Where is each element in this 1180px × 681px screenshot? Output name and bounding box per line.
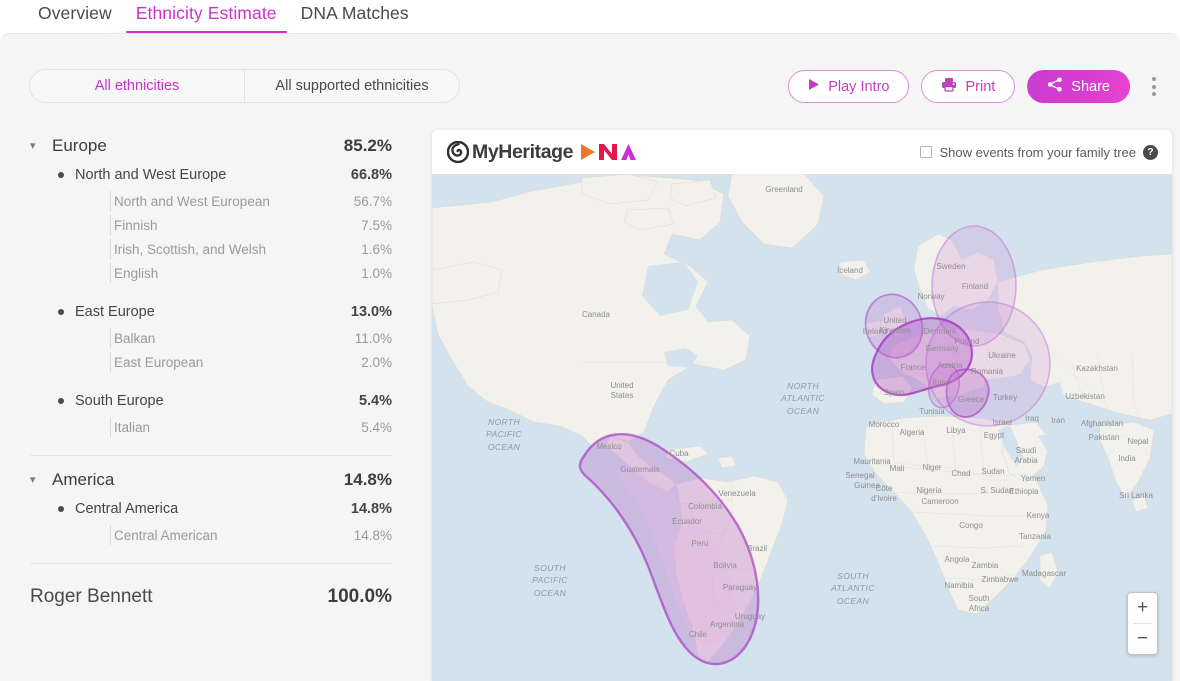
total-row: Roger Bennett 100.0% bbox=[0, 580, 420, 614]
total-percent: 100.0% bbox=[328, 586, 392, 608]
filter-all-ethnicities[interactable]: All ethnicities bbox=[30, 70, 244, 102]
list-item[interactable]: Central American 14.8% bbox=[0, 523, 420, 547]
list-item[interactable]: Irish, Scottish, and Welsh 1.6% bbox=[0, 237, 420, 261]
list-item[interactable]: North and West European 56.7% bbox=[0, 189, 420, 213]
section-divider bbox=[30, 455, 392, 456]
bullet-icon bbox=[58, 506, 64, 512]
item-value: 2.0% bbox=[361, 355, 392, 370]
item-value: 7.5% bbox=[361, 218, 392, 233]
group-label: America bbox=[52, 470, 344, 490]
share-icon bbox=[1047, 77, 1063, 96]
list-item[interactable]: Balkan 11.0% bbox=[0, 326, 420, 350]
tab-dna-matches[interactable]: DNA Matches bbox=[289, 0, 421, 33]
item-label: Balkan bbox=[102, 331, 355, 346]
map-zoom-controls[interactable]: + − bbox=[1127, 592, 1158, 655]
item-label: Irish, Scottish, and Welsh bbox=[102, 242, 361, 257]
list-item[interactable]: East European 2.0% bbox=[0, 350, 420, 374]
map-header-controls: Show events from your family tree ? bbox=[920, 145, 1158, 160]
logo-wordmark: MyHeritage bbox=[472, 141, 573, 164]
subgroup-label: South Europe bbox=[75, 393, 359, 409]
subgroup-east-europe[interactable]: East Europe 13.0% bbox=[0, 298, 420, 326]
ethnicity-group-europe: ▾ Europe 85.2% North and West Europe 66.… bbox=[0, 131, 420, 439]
bullet-icon bbox=[58, 172, 64, 178]
subgroup-central-america[interactable]: Central America 14.8% bbox=[0, 495, 420, 523]
dna-wordmark bbox=[580, 142, 636, 162]
main-tabs: Overview Ethnicity Estimate DNA Matches bbox=[0, 0, 1180, 33]
item-value: 11.0% bbox=[355, 331, 392, 346]
section-divider bbox=[30, 563, 392, 564]
map-header: MyHeritage Show events from your family … bbox=[432, 130, 1172, 174]
tab-ethnicity-estimate[interactable]: Ethnicity Estimate bbox=[124, 0, 289, 33]
item-label: East European bbox=[102, 355, 361, 370]
filter-all-supported-ethnicities[interactable]: All supported ethnicities bbox=[245, 70, 459, 102]
group-header-america[interactable]: ▾ America 14.8% bbox=[0, 465, 420, 495]
subgroup-value: 66.8% bbox=[351, 167, 392, 183]
ethnicity-estimate-page: Overview Ethnicity Estimate DNA Matches … bbox=[0, 0, 1180, 681]
world-map[interactable]: .land{fill:#f3f1ec;stroke:#ddd9d2;stroke… bbox=[432, 174, 1172, 681]
group-value: 14.8% bbox=[344, 470, 392, 490]
myheritage-leaf-icon bbox=[447, 141, 469, 163]
print-button[interactable]: Print bbox=[921, 70, 1015, 103]
help-icon[interactable]: ? bbox=[1143, 145, 1158, 160]
myheritage-dna-logo: MyHeritage bbox=[447, 141, 636, 164]
subgroup-value: 13.0% bbox=[351, 304, 392, 320]
item-value: 14.8% bbox=[354, 528, 392, 543]
kebab-menu-icon[interactable] bbox=[1144, 72, 1164, 102]
group-header-europe[interactable]: ▾ Europe 85.2% bbox=[0, 131, 420, 161]
item-value: 5.4% bbox=[361, 420, 392, 435]
chevron-down-icon[interactable]: ▾ bbox=[30, 141, 44, 152]
group-label: Europe bbox=[52, 136, 344, 156]
tab-overview[interactable]: Overview bbox=[26, 0, 124, 33]
toolbar-actions: Play Intro Print bbox=[788, 70, 1164, 103]
list-item[interactable]: Finnish 7.5% bbox=[0, 213, 420, 237]
item-label: Finnish bbox=[102, 218, 361, 233]
item-label: Italian bbox=[102, 420, 361, 435]
chevron-down-icon[interactable]: ▾ bbox=[30, 475, 44, 486]
zoom-in-button[interactable]: + bbox=[1128, 593, 1157, 623]
item-label: North and West European bbox=[102, 194, 354, 209]
show-family-tree-events-label: Show events from your family tree bbox=[939, 145, 1136, 160]
share-label: Share bbox=[1071, 79, 1110, 95]
zoom-out-button[interactable]: − bbox=[1128, 624, 1157, 654]
kebab-dot bbox=[1152, 77, 1156, 81]
play-intro-label: Play Intro bbox=[828, 79, 889, 95]
group-value: 85.2% bbox=[344, 136, 392, 156]
person-name: Roger Bennett bbox=[30, 586, 328, 608]
item-value: 1.0% bbox=[361, 266, 392, 281]
list-item[interactable]: English 1.0% bbox=[0, 261, 420, 285]
show-family-tree-events-checkbox[interactable] bbox=[920, 146, 932, 158]
item-value: 1.6% bbox=[361, 242, 392, 257]
item-value: 56.7% bbox=[354, 194, 392, 209]
subgroup-label: East Europe bbox=[75, 304, 351, 320]
kebab-dot bbox=[1152, 85, 1156, 89]
subgroup-label: North and West Europe bbox=[75, 167, 351, 183]
ethnicity-group-america: ▾ America 14.8% Central America 14.8% Ce… bbox=[0, 465, 420, 547]
play-intro-button[interactable]: Play Intro bbox=[788, 70, 909, 103]
map-geometry: .land{fill:#f3f1ec;stroke:#ddd9d2;stroke… bbox=[432, 174, 1172, 681]
print-label: Print bbox=[965, 79, 995, 95]
bullet-icon bbox=[58, 309, 64, 315]
bullet-icon bbox=[58, 398, 64, 404]
ethnicity-breakdown-list: ▾ Europe 85.2% North and West Europe 66.… bbox=[0, 122, 420, 614]
subgroup-north-and-west-europe[interactable]: North and West Europe 66.8% bbox=[0, 161, 420, 189]
printer-icon bbox=[941, 77, 957, 96]
subgroup-south-europe[interactable]: South Europe 5.4% bbox=[0, 387, 420, 415]
list-item[interactable]: Italian 5.4% bbox=[0, 415, 420, 439]
toolbar: All ethnicities All supported ethnicitie… bbox=[0, 33, 1180, 107]
item-label: Central American bbox=[102, 528, 354, 543]
item-label: English bbox=[102, 266, 361, 281]
subgroup-label: Central America bbox=[75, 501, 351, 517]
subgroup-value: 14.8% bbox=[351, 501, 392, 517]
play-icon bbox=[808, 78, 820, 95]
kebab-dot bbox=[1152, 92, 1156, 96]
ethnicity-filter-toggle[interactable]: All ethnicities All supported ethnicitie… bbox=[29, 69, 460, 103]
map-card: MyHeritage Show events from your family … bbox=[432, 130, 1172, 681]
subgroup-value: 5.4% bbox=[359, 393, 392, 409]
share-button[interactable]: Share bbox=[1027, 70, 1130, 103]
